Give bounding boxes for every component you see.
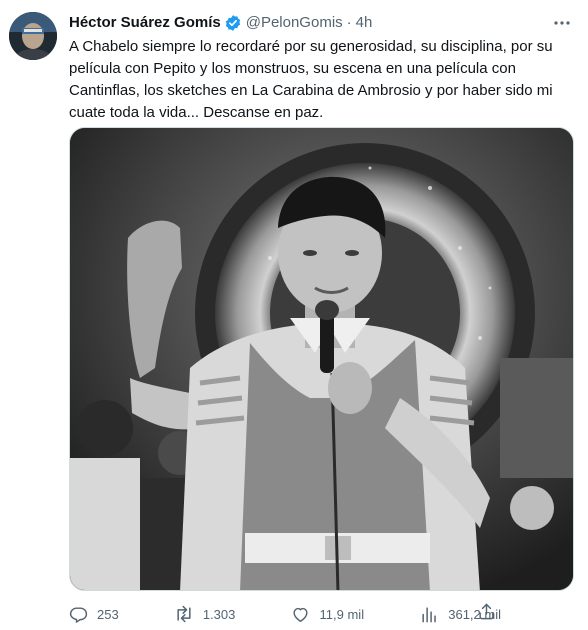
reply-icon [61,600,95,628]
tweet-text-line: película con Pepito y los monstruos, su … [69,60,516,77]
author-handle[interactable]: @PelonGomis [246,13,343,33]
author-name[interactable]: Héctor Suárez Gomís [69,13,221,33]
separator-dot: · [346,14,352,31]
like-count: 11,9 mil [319,606,365,622]
verified-badge-icon [224,14,242,32]
tweet[interactable]: Héctor Suárez Gomís @PelonGomis · 4h A C… [0,0,588,630]
reply-count: 253 [97,606,119,622]
tweet-text-line: Cantinflas, los sketches en La Carabina … [69,82,553,99]
tweet-text-line: cuate toda la vida... Descanse en paz. [69,104,324,121]
tweet-text: A Chabelo siempre lo recordaré por su ge… [69,36,574,124]
reply-button[interactable]: 253 [61,600,119,628]
avatar[interactable] [9,12,57,60]
more-icon[interactable] [550,11,574,35]
views-icon [412,600,446,628]
retweet-count: 1.303 [202,606,236,622]
tweet-header: Héctor Suárez Gomís @PelonGomis · 4h [69,13,372,33]
tweet-actions: 253 1.303 11,9 mil 361,2 mil [61,600,501,628]
tweet-photo[interactable] [69,127,574,591]
tweet-timestamp[interactable]: 4h [356,13,373,33]
retweet-button[interactable]: 1.303 [167,600,236,628]
like-icon [284,600,318,628]
retweet-icon [167,600,201,628]
tweet-text-line: A Chabelo siempre lo recordaré por su ge… [69,38,553,55]
share-button[interactable] [472,600,500,628]
share-icon [477,602,496,626]
like-button[interactable]: 11,9 mil [284,600,365,628]
